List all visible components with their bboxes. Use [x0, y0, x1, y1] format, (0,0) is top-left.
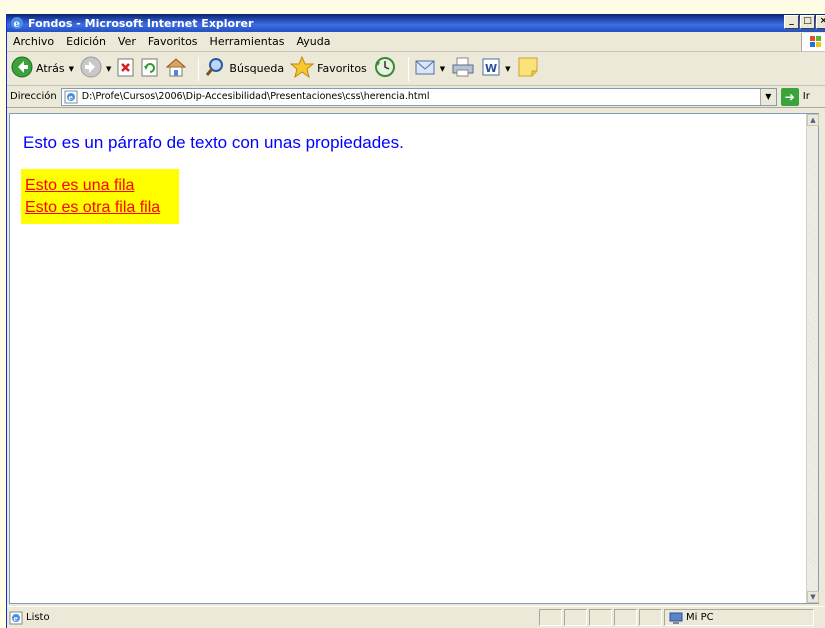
history-button[interactable] [373, 56, 397, 81]
address-input[interactable]: e D:\Profe\Cursos\2006\Dip-Accesibilidad… [60, 87, 777, 106]
page-content: Esto es un párrafo de texto con unas pro… [9, 113, 819, 604]
go-button[interactable]: ➔ Ir [780, 87, 810, 106]
browser-window: e Fondos - Microsoft Internet Explorer _… [6, 14, 825, 628]
status-message: e Listo [7, 611, 539, 625]
status-bar: e Listo Mi PC [7, 606, 825, 628]
stop-button[interactable] [117, 57, 135, 80]
mail-icon [414, 56, 436, 81]
menu-archivo[interactable]: Archivo [13, 35, 54, 48]
back-label: Atrás [36, 62, 65, 75]
status-panel [614, 609, 637, 626]
scroll-up-icon[interactable]: ▲ [807, 114, 819, 126]
menu-ver[interactable]: Ver [118, 35, 136, 48]
minimize-button[interactable]: _ [784, 15, 799, 29]
vertical-scrollbar[interactable]: ▲ ▼ [806, 114, 819, 603]
mail-button[interactable]: ▼ [414, 56, 445, 81]
back-button[interactable]: Atrás ▼ [11, 56, 74, 81]
row-2: Esto es otra fila fila [25, 199, 161, 216]
menu-bar: Archivo Edición Ver Favoritos Herramient… [7, 32, 825, 52]
notes-button[interactable] [517, 56, 539, 81]
svg-text:e: e [14, 19, 20, 30]
close-button[interactable]: × [816, 15, 825, 29]
title-bar: e Fondos - Microsoft Internet Explorer _… [7, 14, 825, 32]
home-icon [165, 56, 187, 81]
search-label: Búsqueda [229, 62, 285, 75]
notes-icon [517, 56, 539, 81]
page-icon: e [64, 90, 78, 104]
go-arrow-icon: ➔ [780, 87, 799, 106]
svg-text:W: W [485, 62, 497, 75]
menu-ayuda[interactable]: Ayuda [296, 35, 330, 48]
window-title: Fondos - Microsoft Internet Explorer [28, 16, 254, 30]
status-page-icon: e [9, 611, 23, 625]
print-button[interactable] [451, 56, 475, 81]
search-icon [204, 56, 226, 81]
computer-icon [669, 612, 683, 624]
highlight-rows: Esto es una fila Esto es otra fila fila [21, 169, 179, 224]
row-1: Esto es una fila [25, 177, 135, 194]
go-label: Ir [802, 91, 810, 102]
refresh-icon [141, 57, 159, 80]
word-edit-icon: W [481, 57, 501, 80]
favorites-label: Favoritos [317, 62, 367, 75]
maximize-button[interactable]: □ [800, 15, 815, 29]
scroll-down-icon[interactable]: ▼ [807, 591, 819, 603]
address-label: Dirección [10, 91, 57, 102]
forward-dropdown-icon[interactable]: ▼ [106, 65, 111, 73]
history-icon [373, 56, 397, 81]
forward-icon [80, 56, 102, 81]
print-icon [451, 56, 475, 81]
address-bar: Dirección e D:\Profe\Cursos\2006\Dip-Acc… [7, 86, 825, 108]
svg-text:e: e [14, 614, 19, 623]
svg-text:e: e [68, 93, 73, 102]
security-zone: Mi PC [664, 609, 814, 626]
status-panel [564, 609, 587, 626]
toolbar: Atrás ▼ ▼ Búsqueda Favoritos ▼ W ▼ [7, 52, 825, 86]
toolbar-separator [407, 56, 409, 81]
back-dropdown-icon[interactable]: ▼ [69, 65, 74, 73]
address-value: D:\Profe\Cursos\2006\Dip-Accesibilidad\P… [81, 91, 430, 102]
ie-logo-icon: e [10, 16, 24, 30]
home-button[interactable] [165, 56, 187, 81]
address-dropdown-icon[interactable]: ▼ [759, 88, 776, 105]
back-icon [11, 56, 33, 81]
word-edit-button[interactable]: W ▼ [481, 57, 511, 80]
edit-dropdown-icon[interactable]: ▼ [505, 65, 510, 73]
favorites-button[interactable]: Favoritos [289, 55, 367, 81]
zone-label: Mi PC [686, 612, 714, 623]
menu-herramientas[interactable]: Herramientas [210, 35, 285, 48]
refresh-button[interactable] [141, 57, 159, 80]
toolbar-separator [198, 56, 200, 81]
favorites-star-icon [289, 55, 315, 81]
menu-edicion[interactable]: Edición [66, 35, 106, 48]
windows-flag-icon [801, 33, 825, 51]
status-panel [639, 609, 662, 626]
forward-button[interactable]: ▼ [80, 56, 111, 81]
window-controls: _ □ × [784, 15, 825, 29]
mail-dropdown-icon[interactable]: ▼ [440, 65, 445, 73]
stop-icon [117, 57, 135, 80]
status-panel [589, 609, 612, 626]
status-panel [539, 609, 562, 626]
menu-favoritos[interactable]: Favoritos [148, 35, 198, 48]
search-button[interactable]: Búsqueda [204, 56, 284, 81]
status-text: Listo [26, 612, 50, 623]
page-paragraph: Esto es un párrafo de texto con unas pro… [23, 133, 404, 152]
